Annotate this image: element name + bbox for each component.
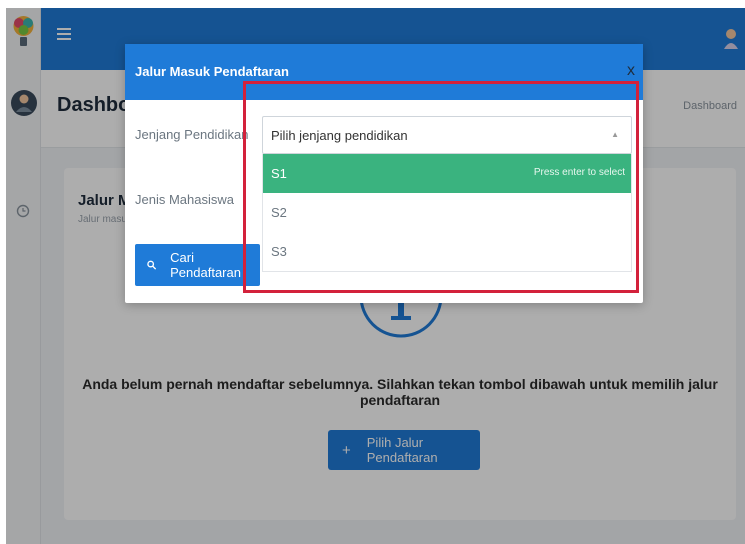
modal-title: Jalur Masuk Pendaftaran (135, 64, 289, 79)
annotation-highlight-box (243, 81, 639, 293)
jenjang-label: Jenjang Pendidikan (135, 127, 249, 142)
jenis-mahasiswa-label: Jenis Mahasiswa (135, 192, 234, 207)
search-icon (147, 260, 157, 270)
app-frame: Dashboard Dashboard Jalur Masuk Pendafta… (6, 8, 745, 544)
close-icon[interactable]: x (627, 62, 635, 80)
search-registration-button[interactable]: Cari Pendaftaran (135, 244, 260, 286)
